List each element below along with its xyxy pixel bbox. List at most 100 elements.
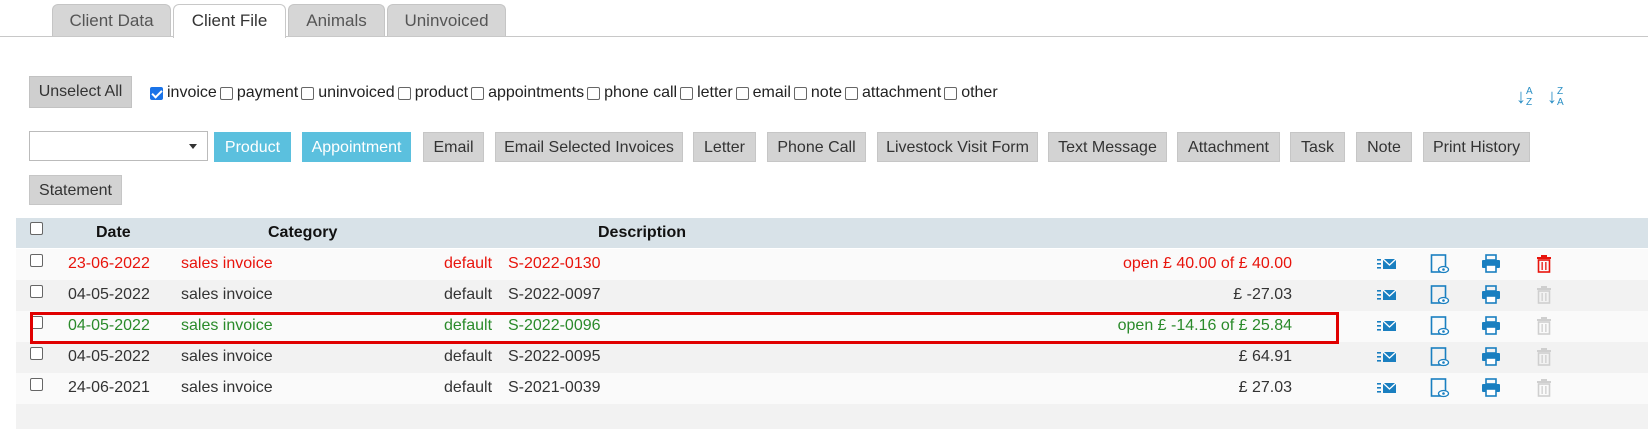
preview-document-icon[interactable] [1430, 316, 1450, 336]
filter-product-checkbox[interactable] [397, 86, 411, 100]
print-icon[interactable] [1481, 285, 1501, 305]
filter-note-checkbox[interactable] [793, 86, 807, 100]
row-invoice-number[interactable]: S-2022-0095 [508, 348, 601, 366]
column-header-category[interactable]: Category [268, 224, 337, 242]
filter-label: appointments [488, 84, 585, 101]
table-row[interactable]: 24-06-2021 sales invoice default S-2021-… [16, 373, 1648, 404]
letter-button[interactable]: Letter [693, 132, 756, 162]
filter-email-checkbox[interactable] [735, 86, 749, 100]
email-list-icon[interactable] [1377, 254, 1397, 274]
filter-appointments-checkbox[interactable] [471, 86, 485, 100]
filter-label: uninvoiced [318, 84, 395, 101]
filter-other[interactable]: other [944, 84, 998, 102]
statement-button[interactable]: Statement [29, 175, 122, 205]
filter-appointments[interactable]: appointments [471, 84, 584, 102]
filter-other-checkbox[interactable] [944, 86, 958, 100]
row-date: 24-06-2021 [68, 379, 150, 396]
filter-phone-call-checkbox[interactable] [587, 86, 601, 100]
task-button[interactable]: Task [1290, 132, 1345, 162]
row-category: sales invoice [181, 286, 273, 303]
sort-alpha-desc-icon[interactable]: ↓ Z A [1547, 86, 1567, 110]
table-row[interactable]: 23-06-2022 sales invoice default S-2022-… [16, 249, 1648, 280]
row-checkbox[interactable] [30, 378, 43, 391]
filter-uninvoiced[interactable]: uninvoiced [301, 84, 395, 102]
row-checkbox[interactable] [30, 285, 43, 298]
trash-icon [1534, 378, 1554, 398]
row-category: sales invoice [181, 348, 273, 365]
filter-letter-checkbox[interactable] [680, 86, 694, 100]
email-list-icon[interactable] [1377, 285, 1397, 305]
filter-attachment-checkbox[interactable] [845, 86, 859, 100]
filter-letter[interactable]: letter [680, 84, 733, 102]
trash-icon[interactable] [1534, 254, 1554, 274]
filter-uninvoiced-checkbox[interactable] [301, 86, 315, 100]
filter-label: phone call [604, 84, 678, 101]
table-row[interactable]: 04-05-2022 sales invoice default S-2022-… [16, 280, 1648, 311]
print-icon[interactable] [1481, 316, 1501, 336]
row-invoice-number[interactable]: S-2022-0130 [508, 255, 601, 273]
filter-email[interactable]: email [735, 84, 791, 102]
row-invoice-number[interactable]: S-2021-0039 [508, 379, 601, 397]
tab-uninvoiced[interactable]: Uninvoiced [387, 4, 506, 36]
filter-payment[interactable]: payment [219, 84, 299, 102]
email-list-icon[interactable] [1377, 316, 1397, 336]
tab-client-file[interactable]: Client File [173, 4, 286, 38]
column-header-date[interactable]: Date [96, 224, 131, 242]
sort-alpha-asc-icon[interactable]: ↓ A Z [1516, 86, 1536, 110]
select-all-checkbox[interactable] [30, 222, 43, 235]
print-icon[interactable] [1481, 378, 1501, 398]
preview-document-icon[interactable] [1430, 254, 1450, 274]
row-invoice-number[interactable]: S-2022-0097 [508, 286, 601, 304]
row-amount: £ 64.91 [1238, 348, 1292, 365]
row-checkbox[interactable] [30, 254, 43, 267]
row-amount: £ 27.03 [1238, 379, 1292, 396]
unselect-all-button[interactable]: Unselect All [29, 76, 132, 108]
tab-bar: Client Data Client File Animals Uninvoic… [0, 0, 1648, 38]
filter-label: product [414, 84, 469, 101]
filter-note[interactable]: note [793, 84, 842, 102]
row-checkbox[interactable] [30, 347, 43, 360]
email-list-icon[interactable] [1377, 347, 1397, 367]
filter-label: email [752, 84, 791, 101]
trash-icon [1534, 285, 1554, 305]
print-icon[interactable] [1481, 347, 1501, 367]
row-amount: open £ 40.00 of £ 40.00 [1122, 255, 1292, 272]
print-icon[interactable] [1481, 254, 1501, 274]
preview-document-icon[interactable] [1430, 347, 1450, 367]
filter-product[interactable]: product [397, 84, 469, 102]
table-row[interactable]: 04-05-2022 sales invoice default S-2022-… [16, 342, 1648, 373]
column-header-description[interactable]: Description [598, 224, 686, 242]
tab-client-data[interactable]: Client Data [52, 4, 171, 36]
email-button[interactable]: Email [423, 132, 484, 162]
filter-attachment[interactable]: attachment [845, 84, 941, 102]
row-category: sales invoice [181, 379, 273, 396]
email-list-icon[interactable] [1377, 378, 1397, 398]
row-date: 04-05-2022 [68, 286, 150, 303]
phone-call-button[interactable]: Phone Call [767, 132, 866, 162]
livestock-visit-form-button[interactable]: Livestock Visit Form [877, 132, 1038, 162]
appointment-button[interactable]: Appointment [302, 132, 411, 162]
row-type: default [444, 348, 493, 365]
filter-invoice-checkbox[interactable] [150, 86, 163, 100]
preview-document-icon[interactable] [1430, 285, 1450, 305]
chevron-down-icon [189, 144, 197, 149]
row-type: default [444, 379, 493, 396]
text-message-button[interactable]: Text Message [1048, 132, 1167, 162]
action-select[interactable] [29, 131, 208, 161]
attachment-button[interactable]: Attachment [1177, 132, 1280, 162]
filter-label: invoice [167, 84, 217, 101]
trash-icon [1534, 316, 1554, 336]
email-selected-invoices-button[interactable]: Email Selected Invoices [495, 132, 683, 162]
filter-phone-call[interactable]: phone call [587, 84, 677, 102]
preview-document-icon[interactable] [1430, 378, 1450, 398]
note-button[interactable]: Note [1356, 132, 1412, 162]
print-history-button[interactable]: Print History [1423, 132, 1530, 162]
filter-payment-checkbox[interactable] [219, 86, 233, 100]
row-amount: £ -27.03 [1233, 286, 1292, 303]
filter-invoice[interactable]: invoice [150, 84, 217, 102]
table-row-partial [16, 404, 1648, 429]
category-filters: invoice payment uninvoiced product appoi… [150, 83, 1001, 103]
product-button[interactable]: Product [214, 132, 291, 162]
filter-label: payment [236, 84, 299, 101]
tab-animals[interactable]: Animals [288, 4, 385, 36]
